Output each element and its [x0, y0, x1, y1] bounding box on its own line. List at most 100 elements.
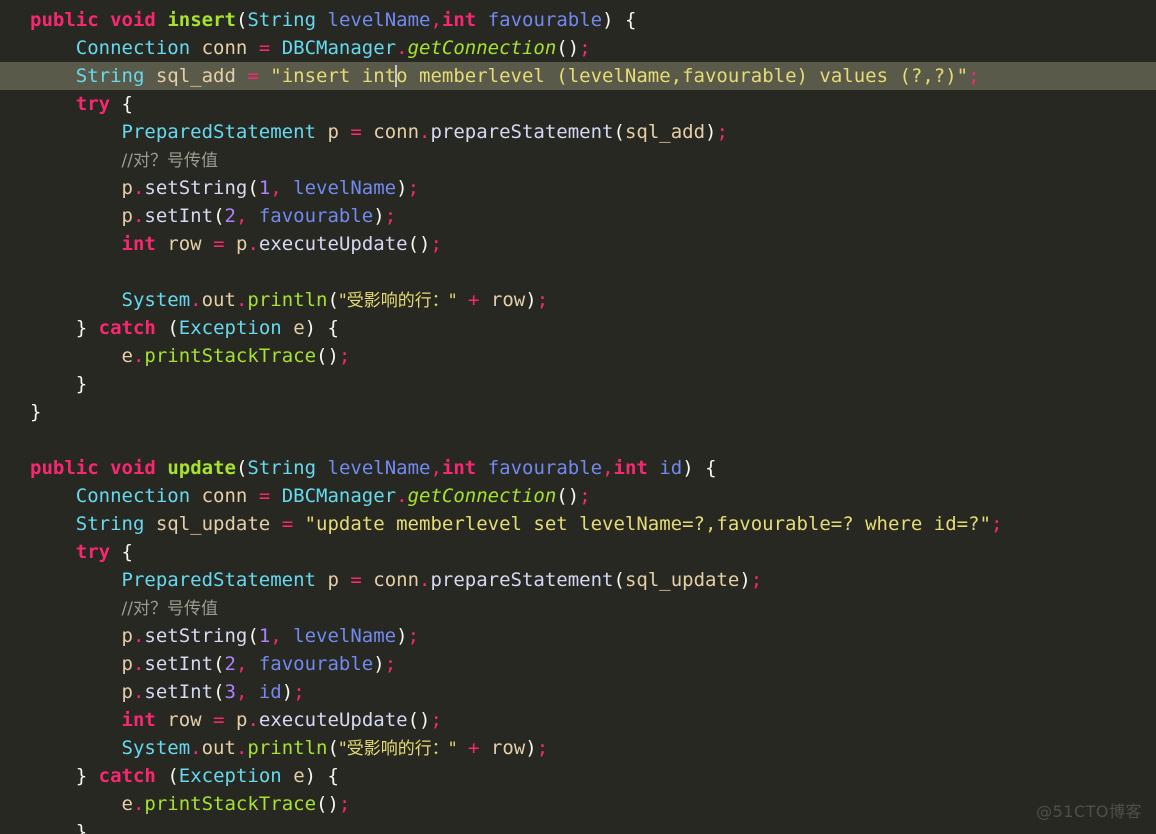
code-line[interactable]: p.setInt(3, id);	[0, 678, 1156, 706]
code-line[interactable]: p.setInt(2, favourable);	[0, 650, 1156, 678]
token-method-name: insert	[167, 9, 236, 31]
token-variable: conn	[201, 485, 248, 507]
token-punctuation: (	[235, 9, 248, 31]
token-keyword: try	[75, 93, 111, 115]
code-line[interactable]: p.setString(1, levelName);	[0, 174, 1156, 202]
code-line[interactable]: int row = p.executeUpdate();	[0, 706, 1156, 734]
token-dot: .	[247, 233, 259, 255]
token-comma: ,	[235, 205, 259, 227]
token-argument: sql_update	[624, 569, 740, 591]
token-operator: =	[213, 233, 225, 255]
token-comment: //对？号传值	[121, 599, 218, 619]
code-line[interactable]: public void update(String levelName,int …	[0, 454, 1156, 482]
token-semicolon: ;	[407, 625, 420, 647]
code-line[interactable]: p.setInt(2, favourable);	[0, 202, 1156, 230]
token-operator: =	[258, 37, 271, 59]
code-line[interactable]: try {	[0, 538, 1156, 566]
token-type: Exception	[178, 317, 282, 339]
code-line-current[interactable]: String sql_add = "insert into memberleve…	[0, 62, 1156, 90]
token-semicolon: ;	[968, 65, 980, 87]
token-parameter: levelName	[293, 177, 397, 199]
token-method-call: executeUpdate	[258, 233, 408, 255]
token-semicolon: ;	[536, 289, 549, 311]
token-brace: {	[327, 765, 339, 787]
token-parameter: favourable	[258, 205, 374, 227]
token-variable: p	[121, 625, 133, 647]
token-variable: sql_add	[155, 65, 236, 87]
token-keyword: public	[30, 9, 99, 31]
token-punctuation: (	[613, 121, 625, 143]
token-punctuation: (	[167, 765, 179, 787]
code-line[interactable]: //对？号传值	[0, 146, 1156, 174]
token-type: Connection	[75, 485, 191, 507]
token-method-call: setInt	[144, 205, 214, 227]
token-dot: .	[247, 709, 259, 731]
token-type: PreparedStatement	[121, 569, 316, 591]
token-method-call: setString	[144, 177, 248, 199]
token-semicolon: ;	[293, 681, 305, 703]
code-line[interactable]: System.out.println("受影响的行：" + row);	[0, 286, 1156, 314]
token-string: "update memberlevel set levelName=?,favo…	[304, 513, 991, 535]
token-parameter: favourable	[487, 457, 603, 479]
token-dot: .	[235, 737, 248, 759]
token-brace: }	[75, 373, 88, 395]
token-dot: .	[132, 205, 145, 227]
token-brace: {	[624, 9, 637, 31]
token-punctuation: (	[213, 205, 225, 227]
code-line-blank[interactable]	[0, 426, 1156, 454]
token-variable: p	[121, 205, 133, 227]
token-dot: .	[132, 653, 145, 675]
token-semicolon: ;	[384, 653, 397, 675]
code-line-blank[interactable]	[0, 258, 1156, 286]
token-operator: +	[468, 289, 480, 311]
token-parameter: levelName	[327, 457, 431, 479]
code-line[interactable]: public void insert(String levelName,int …	[0, 6, 1156, 34]
token-string: "受影响的行："	[338, 739, 457, 759]
token-variable: row	[167, 709, 202, 731]
code-line[interactable]: Connection conn = DBCManager.getConnecti…	[0, 482, 1156, 510]
code-line[interactable]: e.printStackTrace();	[0, 790, 1156, 818]
code-line[interactable]: //对？号传值	[0, 594, 1156, 622]
token-string: "insert int	[270, 65, 397, 87]
token-punctuation: )	[304, 317, 317, 339]
code-line[interactable]: int row = p.executeUpdate();	[0, 230, 1156, 258]
token-field: out	[201, 289, 236, 311]
code-editor[interactable]: public void insert(String levelName,int …	[0, 0, 1156, 834]
code-line[interactable]: e.printStackTrace();	[0, 342, 1156, 370]
code-line[interactable]: PreparedStatement p = conn.prepareStatem…	[0, 566, 1156, 594]
code-line[interactable]: PreparedStatement p = conn.prepareStatem…	[0, 118, 1156, 146]
token-dot: .	[396, 485, 408, 507]
token-punctuation: (	[613, 569, 625, 591]
code-line[interactable]: } catch (Exception e) {	[0, 314, 1156, 342]
token-parameter: id	[659, 457, 683, 479]
code-line[interactable]: }	[0, 398, 1156, 426]
token-parens: ()	[407, 233, 431, 255]
token-variable: conn	[373, 121, 420, 143]
token-type: Connection	[75, 37, 191, 59]
token-semicolon: ;	[407, 177, 420, 199]
token-punctuation: (	[327, 289, 339, 311]
token-brace: }	[75, 765, 88, 787]
code-line[interactable]: System.out.println("受影响的行：" + row);	[0, 734, 1156, 762]
watermark: @51CTO博客	[1036, 802, 1142, 821]
code-line[interactable]: } catch (Exception e) {	[0, 762, 1156, 790]
token-keyword: int	[441, 457, 477, 479]
token-dot: .	[132, 177, 145, 199]
token-variable: conn	[201, 37, 248, 59]
code-line[interactable]: }	[0, 370, 1156, 398]
code-line[interactable]: }	[0, 818, 1156, 834]
token-punctuation: (	[213, 681, 225, 703]
token-keyword: catch	[98, 765, 156, 787]
token-brace: {	[327, 317, 339, 339]
code-line[interactable]: String sql_update = "update memberlevel …	[0, 510, 1156, 538]
code-line[interactable]: p.setString(1, levelName);	[0, 622, 1156, 650]
token-dot: .	[396, 37, 408, 59]
token-method-call: setInt	[144, 681, 214, 703]
token-operator: =	[350, 121, 362, 143]
token-punctuation: )	[373, 205, 385, 227]
code-line[interactable]: try {	[0, 90, 1156, 118]
token-dot: .	[132, 625, 145, 647]
token-keyword: int	[121, 233, 156, 255]
token-method-call: println	[247, 737, 328, 759]
code-line[interactable]: Connection conn = DBCManager.getConnecti…	[0, 34, 1156, 62]
